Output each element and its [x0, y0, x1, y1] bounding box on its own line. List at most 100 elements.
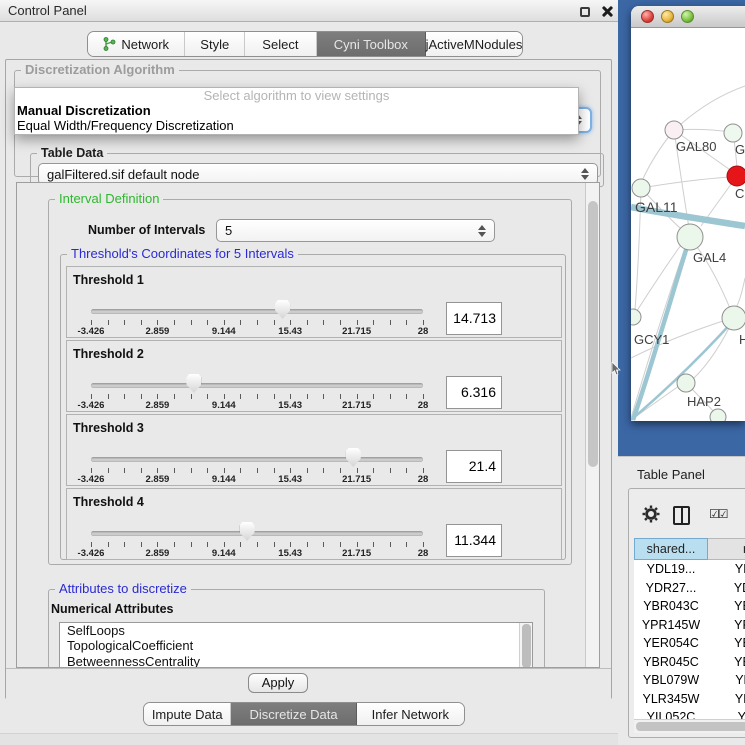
tick-mark: [240, 394, 241, 399]
attribute-item-selfloops[interactable]: SelfLoops: [60, 623, 532, 638]
table-row[interactable]: YDL19...YDL1: [634, 560, 745, 579]
table-row[interactable]: YPR145WYPR1: [634, 616, 745, 635]
tick-mark: [207, 542, 208, 547]
tick-label: 2.859: [146, 400, 170, 411]
popup-item-manual-discretization[interactable]: Manual Discretization: [15, 103, 578, 118]
table-horizontal-scrollbar[interactable]: [634, 719, 745, 733]
table-row[interactable]: YBR045CYBR0: [634, 653, 745, 672]
network-node-gcy1[interactable]: [631, 309, 641, 325]
attribute-item-betweennesscentrality[interactable]: BetweennessCentrality: [60, 654, 532, 668]
network-node-c[interactable]: [727, 166, 745, 186]
table-cell[interactable]: YPR1: [708, 616, 745, 635]
table-cell[interactable]: YBR043C: [634, 597, 708, 616]
tab-network[interactable]: Network: [88, 32, 185, 56]
table-row[interactable]: YBR043CYBR0: [634, 597, 745, 616]
table-cell[interactable]: YBR045C: [634, 653, 708, 672]
network-node-gal11[interactable]: [632, 179, 650, 197]
mouse-cursor: [611, 362, 621, 376]
table-cell[interactable]: YLR345W: [634, 690, 708, 709]
list-scrollbar[interactable]: [519, 623, 532, 668]
tab-infer-network[interactable]: Infer Network: [357, 703, 464, 725]
main-scrollbar[interactable]: [585, 183, 599, 667]
column-header-shared[interactable]: shared...: [634, 538, 708, 560]
threshold-2-value-field[interactable]: 6.316: [446, 376, 502, 409]
tab-style[interactable]: Style: [185, 32, 245, 56]
scrollbar-thumb[interactable]: [522, 624, 531, 668]
table-row[interactable]: YER054CYER0: [634, 634, 745, 653]
numerical-attributes-list[interactable]: SelfLoopsTopologicalCoefficientBetweenne…: [59, 622, 533, 668]
threshold-1-slider-thumb[interactable]: [275, 300, 290, 319]
tick-mark: [390, 320, 391, 325]
table-cell[interactable]: YBL0: [708, 671, 745, 690]
table-cell[interactable]: YPR145W: [634, 616, 708, 635]
network-node-gal80[interactable]: [665, 121, 683, 139]
table-cell[interactable]: YBL079W: [634, 671, 708, 690]
tick-mark: [157, 320, 158, 325]
table-row[interactable]: YIL052CYIL0: [634, 708, 745, 719]
tick-label: 21.715: [342, 326, 371, 337]
table-cell[interactable]: YBR0: [708, 653, 745, 672]
group-title: Attributes to discretize: [55, 582, 191, 596]
threshold-2-slider-track[interactable]: [91, 383, 423, 388]
table-cell[interactable]: YDR27...: [634, 579, 708, 598]
tick-mark: [290, 320, 291, 325]
zoom-traffic-light[interactable]: [681, 10, 694, 23]
table-cell[interactable]: YIL052C: [634, 708, 708, 719]
table-row[interactable]: YDR27...YDR2: [634, 579, 745, 598]
threshold-1-value-field[interactable]: 14.713: [446, 302, 502, 335]
split-columns-icon[interactable]: [673, 506, 690, 525]
threshold-1-slider-track[interactable]: [91, 309, 423, 314]
number-of-intervals-spinner[interactable]: 5: [216, 219, 495, 242]
tab-jactivemnodules[interactable]: jActiveMNodules: [426, 32, 522, 56]
tick-mark: [357, 468, 358, 473]
scrollbar-thumb[interactable]: [636, 722, 745, 731]
table-row[interactable]: YLR345WYLR3: [634, 690, 745, 709]
tab-select[interactable]: Select: [245, 32, 317, 56]
table-cell[interactable]: YDL1: [708, 560, 745, 579]
threshold-4-slider-track[interactable]: [91, 531, 423, 536]
attribute-item-topologicalcoefficient[interactable]: TopologicalCoefficient: [60, 638, 532, 653]
tab-cyni-toolbox[interactable]: Cyni Toolbox: [317, 32, 426, 56]
network-window-titlebar[interactable]: [631, 6, 745, 28]
table-panel-title: Table Panel: [637, 467, 705, 482]
tick-mark: [323, 468, 324, 473]
network-node-h[interactable]: [722, 306, 745, 330]
threshold-3-slider-thumb[interactable]: [346, 448, 361, 467]
threshold-4-value-field[interactable]: 11.344: [446, 524, 502, 557]
threshold-4-slider-thumb[interactable]: [240, 522, 255, 541]
gear-icon[interactable]: [642, 505, 660, 523]
threshold-2-slider-thumb[interactable]: [186, 374, 201, 393]
popup-hint: Select algorithm to view settings: [15, 88, 578, 103]
tick-label: 28: [418, 548, 429, 559]
table-cell[interactable]: YDL19...: [634, 560, 708, 579]
scrollbar-thumb[interactable]: [588, 201, 598, 467]
tab-discretize-data[interactable]: Discretize Data: [231, 703, 356, 725]
table-cell[interactable]: YDR2: [708, 579, 745, 598]
tick-mark: [224, 320, 225, 325]
network-node[interactable]: [710, 409, 726, 421]
table-rows: YDL19...YDL1YDR27...YDR2YBR043CYBR0YPR14…: [634, 560, 745, 719]
tick-label: 21.715: [342, 400, 371, 411]
table-row[interactable]: YBL079WYBL0: [634, 671, 745, 690]
checked-box-icons[interactable]: ☑☑: [709, 507, 727, 521]
tab-impute-data[interactable]: Impute Data: [144, 703, 231, 725]
threshold-3-slider-track[interactable]: [91, 457, 423, 462]
table-cell[interactable]: YIL0: [708, 708, 745, 719]
threshold-3-value-field[interactable]: 21.4: [446, 450, 502, 483]
apply-button[interactable]: Apply: [248, 673, 308, 693]
network-canvas[interactable]: GAL80GACGAL11GAL4GCY1HHAP2: [631, 28, 745, 421]
table-cell[interactable]: YER054C: [634, 634, 708, 653]
float-window-icon[interactable]: [580, 7, 590, 17]
minimize-traffic-light[interactable]: [661, 10, 674, 23]
network-node-gal4[interactable]: [677, 224, 703, 250]
column-header-name[interactable]: na: [708, 538, 745, 560]
popup-item-equal-width-frequency[interactable]: Equal Width/Frequency Discretization: [15, 118, 578, 133]
close-traffic-light[interactable]: [641, 10, 654, 23]
network-node-hap2[interactable]: [677, 374, 695, 392]
table-cell[interactable]: YBR0: [708, 597, 745, 616]
table-cell[interactable]: YLR3: [708, 690, 745, 709]
network-node-ga[interactable]: [724, 124, 742, 142]
tick-mark: [207, 468, 208, 473]
close-icon[interactable]: [601, 5, 613, 17]
table-cell[interactable]: YER0: [708, 634, 745, 653]
